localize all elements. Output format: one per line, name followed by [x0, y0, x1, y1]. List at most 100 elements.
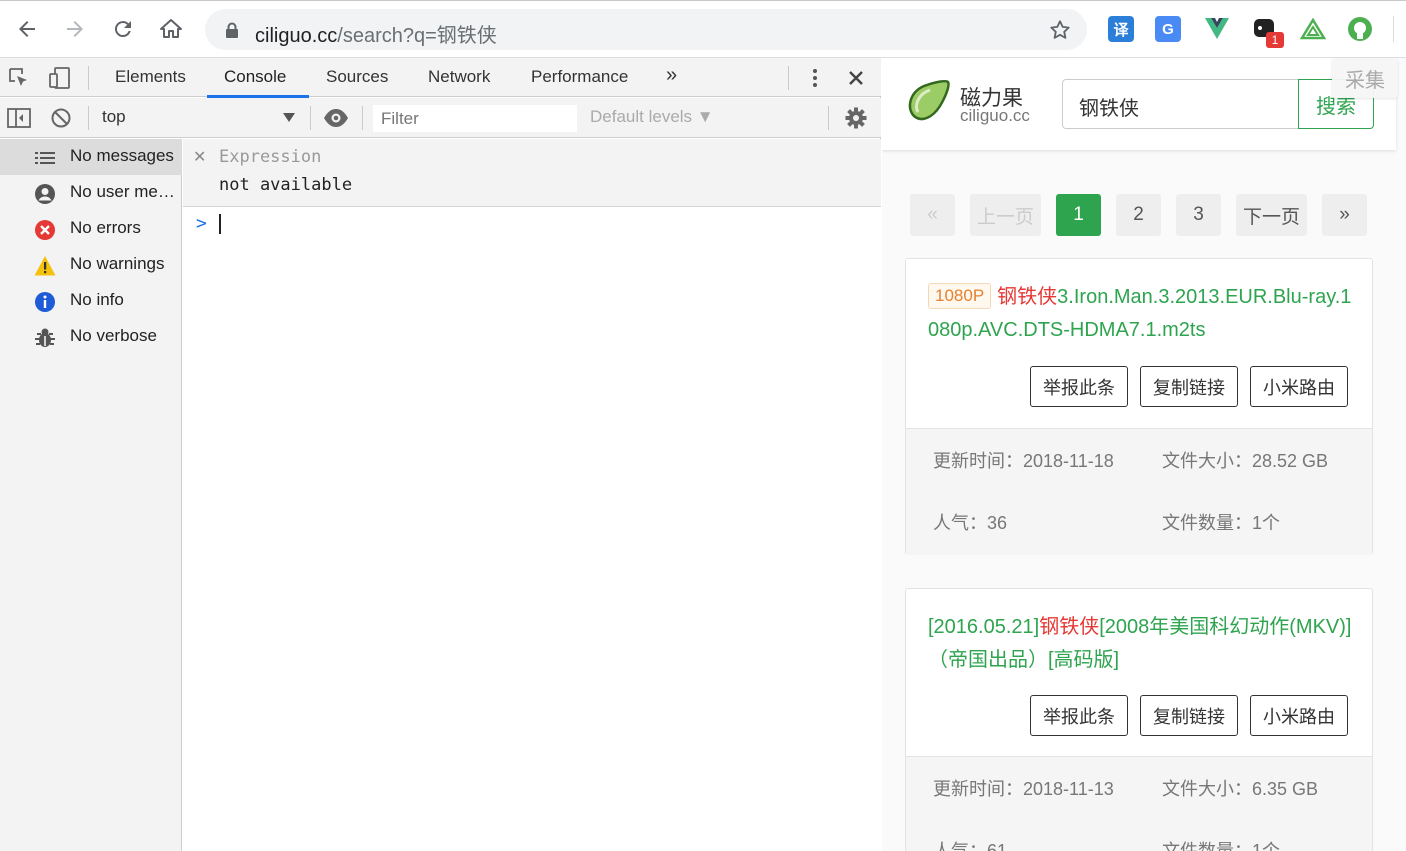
result-meta: 更新时间：2018-11-13 人气：61 文件大小：6.35 GB 文件数量：…: [906, 756, 1372, 851]
file-size: 文件大小：28.52 GB: [1162, 451, 1329, 471]
collect-button[interactable]: 采集: [1332, 58, 1398, 98]
expression-label[interactable]: Expression: [219, 147, 321, 167]
reload-button[interactable]: [108, 14, 138, 44]
sidebar-item-label: No verbose: [70, 326, 157, 345]
title-text: 3.Iron.Man.3.2013.EUR.Blu-ray.1080p.AVC.…: [928, 286, 1352, 341]
tab-sources[interactable]: Sources: [326, 67, 388, 87]
console-toolbar: top Default levels ▼: [0, 98, 881, 138]
result-card: 1080P 钢铁侠3.Iron.Man.3.2013.EUR.Blu-ray.10…: [905, 258, 1373, 555]
search-input[interactable]: 钢铁侠: [1062, 79, 1299, 129]
tab-console[interactable]: Console: [224, 67, 286, 87]
divider: [362, 106, 363, 130]
report-button[interactable]: 举报此条: [1030, 366, 1128, 407]
google-translate-extension-icon[interactable]: G: [1155, 16, 1181, 42]
list-icon: [35, 152, 55, 164]
tab-network[interactable]: Network: [428, 67, 490, 87]
arrow-left-icon: [19, 21, 35, 37]
log-levels-dropdown[interactable]: Default levels ▼: [590, 107, 714, 127]
console-prompt-icon: >: [196, 213, 207, 234]
device-toolbar-icon[interactable]: [48, 66, 72, 90]
tab-elements[interactable]: Elements: [115, 67, 186, 87]
home-button[interactable]: [156, 14, 186, 44]
sidebar-item-label: No warnings: [70, 254, 165, 273]
report-button[interactable]: 举报此条: [1030, 695, 1128, 736]
sidebar-toggle-icon[interactable]: [7, 107, 31, 129]
translate-extension-icon[interactable]: 译: [1108, 16, 1134, 42]
result-title-link[interactable]: 1080P 钢铁侠3.Iron.Man.3.2013.EUR.Blu-ray.10…: [928, 281, 1352, 347]
pagination-last[interactable]: »: [1322, 194, 1367, 236]
title-prefix: [2016.05.21]: [928, 616, 1040, 638]
result-card: [2016.05.21]钢铁侠[2008年美国科幻动作(MKV)]（帝国出品）[…: [905, 588, 1373, 851]
sidebar-item-errors[interactable]: No errors: [0, 211, 182, 247]
sidebar-item-warnings[interactable]: No warnings: [0, 247, 182, 283]
context-label: top: [102, 107, 126, 126]
inspect-element-icon[interactable]: [8, 67, 30, 89]
result-meta: 更新时间：2018-11-18 人气：36 文件大小：28.52 GB 文件数量…: [906, 428, 1372, 555]
forward-button[interactable]: [60, 14, 90, 44]
close-devtools-icon[interactable]: [847, 69, 865, 87]
pagination-page-2[interactable]: 2: [1116, 194, 1161, 236]
github-extension-icon[interactable]: [1347, 16, 1373, 42]
result-title-link[interactable]: [2016.05.21]钢铁侠[2008年美国科幻动作(MKV)]（帝国出品）[…: [928, 611, 1352, 677]
copy-link-button[interactable]: 复制链接: [1140, 366, 1238, 407]
pagination-page-1[interactable]: 1: [1056, 194, 1101, 236]
pagination-page-3[interactable]: 3: [1176, 194, 1221, 236]
sidebar-item-info[interactable]: No info: [0, 283, 182, 319]
divider: [88, 66, 89, 90]
reload-icon: [114, 21, 131, 38]
back-button[interactable]: [12, 14, 42, 44]
file-size: 文件大小：6.35 GB: [1162, 779, 1319, 799]
expression-value: not available: [219, 175, 353, 195]
clear-console-icon[interactable]: [50, 107, 72, 129]
vue-devtools-extension-icon[interactable]: [1204, 16, 1230, 42]
title-highlight: 钢铁侠: [1039, 616, 1100, 638]
sidebar-item-messages[interactable]: No messages: [0, 139, 182, 175]
sidebar-item-user-messages[interactable]: No user me…: [0, 175, 182, 211]
console-filter-input[interactable]: [373, 105, 577, 132]
more-tabs-icon[interactable]: »: [666, 64, 677, 87]
xiaomi-router-button[interactable]: 小米路由: [1250, 695, 1348, 736]
devtools-panel: Elements Console Sources Network Perform…: [0, 58, 881, 851]
console-input-caret[interactable]: [219, 214, 221, 234]
quality-badge: 1080P: [928, 283, 992, 309]
arrow-right-icon: [67, 21, 83, 37]
extension-icon[interactable]: 1: [1252, 16, 1284, 48]
star-icon[interactable]: [1049, 19, 1071, 41]
sidebar-item-label: No errors: [70, 218, 141, 237]
divider: [788, 66, 789, 90]
warning-icon: [34, 256, 56, 276]
lock-icon: [226, 22, 238, 38]
remove-expression-icon[interactable]: ✕: [193, 147, 206, 166]
context-selector[interactable]: top: [96, 104, 302, 132]
xiaomi-router-button[interactable]: 小米路由: [1250, 366, 1348, 407]
divider: [88, 106, 89, 130]
triangle-extension-icon[interactable]: [1300, 16, 1326, 42]
update-time: 更新时间：2018-11-13: [933, 779, 1114, 799]
tab-performance[interactable]: Performance: [531, 67, 628, 87]
site-header: 磁力果 ciliguo.cc 钢铁侠 搜索: [882, 58, 1396, 150]
live-expression-eye-icon[interactable]: [323, 108, 349, 128]
console-output[interactable]: ✕ Expression not available >: [183, 139, 881, 851]
console-sidebar: No messages No user me… No errors No war…: [0, 139, 182, 851]
sidebar-item-verbose[interactable]: No verbose: [0, 319, 182, 355]
settings-gear-icon[interactable]: [845, 107, 867, 129]
copy-link-button[interactable]: 复制链接: [1140, 695, 1238, 736]
popularity: 人气：36: [933, 513, 1008, 533]
site-logo-icon[interactable]: [904, 78, 952, 126]
pagination-next[interactable]: 下一页: [1236, 194, 1307, 236]
address-bar[interactable]: ciliguo.cc/search?q=钢铁侠: [205, 9, 1087, 50]
user-icon: [35, 184, 55, 204]
more-options-icon[interactable]: [810, 67, 820, 89]
popularity: 人气：61: [933, 841, 1008, 851]
dropdown-arrow-icon: [283, 113, 295, 122]
title-highlight: 钢铁侠: [997, 286, 1058, 308]
file-count: 文件数量：1个: [1162, 841, 1281, 851]
sidebar-item-label: No user me…: [70, 182, 175, 201]
divider: [828, 106, 829, 130]
site-domain: ciliguo.cc: [960, 106, 1030, 125]
url-text: ciliguo.cc/search?q=钢铁侠: [255, 25, 497, 47]
sidebar-item-label: No messages: [70, 146, 174, 165]
error-icon: [35, 220, 55, 240]
pagination-prev: 上一页: [970, 194, 1041, 236]
sidebar-item-label: No info: [70, 290, 124, 309]
